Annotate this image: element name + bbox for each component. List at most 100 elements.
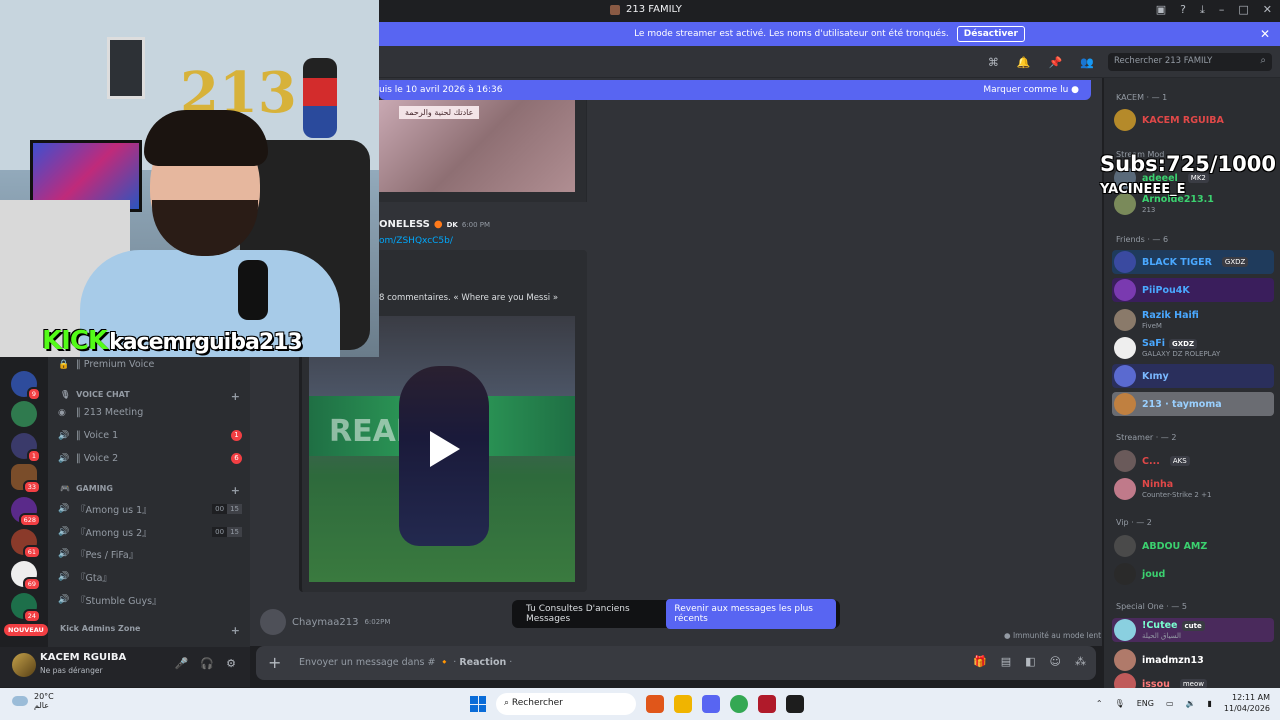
image-caption: عادتك لحنية والرحمة <box>399 106 480 119</box>
avatar[interactable] <box>260 609 286 635</box>
disable-streamer-button[interactable]: Désactiver <box>956 26 1025 42</box>
channel-gta[interactable]: 🔊 『Gta』 <box>58 570 242 584</box>
add-channel-icon[interactable]: + <box>231 624 240 637</box>
member-item[interactable]: PiiPou4K <box>1112 278 1274 302</box>
avatar[interactable] <box>12 653 36 677</box>
play-icon[interactable] <box>426 429 462 469</box>
member-item[interactable]: imadmzn13 <box>1112 648 1274 672</box>
member-item[interactable]: KACEM RGUIBA <box>1112 108 1274 132</box>
taskbar-search[interactable]: ⌕ Rechercher <box>496 693 636 715</box>
app-icon[interactable] <box>786 695 804 713</box>
search-input[interactable]: Rechercher 213 FAMILY ⌕ <box>1108 53 1272 71</box>
fire-icon: ● <box>433 219 443 230</box>
channel-pes-fifa[interactable]: 🔊 『Pes / FiFa』 <box>58 547 242 561</box>
server-icon[interactable] <box>11 401 37 427</box>
gaming-icon: 🎮 <box>60 484 70 493</box>
pin-icon[interactable]: 📌 <box>1049 56 1063 69</box>
beard <box>152 200 258 256</box>
channel-among-us-2[interactable]: 🔊 『Among us 2』 00 15 <box>58 525 242 539</box>
new-messages-bar[interactable]: uis le 10 avril 2026 à 16:36 Marquer com… <box>379 80 1091 100</box>
bell-icon[interactable]: 🔔 <box>1017 56 1031 69</box>
server-icon <box>610 4 620 15</box>
add-attachment-icon[interactable]: + <box>268 653 281 672</box>
server-icon[interactable]: 24 <box>11 593 41 623</box>
minimize-icon[interactable]: – <box>1219 3 1225 17</box>
channel-213-meeting[interactable]: ◉ ‖ 213 Meeting <box>58 407 242 418</box>
message-time: 6:02PM <box>364 618 391 626</box>
chevron-up-icon[interactable]: ⌃ <box>1096 699 1103 708</box>
volume-icon[interactable]: 🔉 <box>1186 699 1196 708</box>
user-status: Ne pas déranger <box>40 666 103 675</box>
channel-voice-2[interactable]: 🔊 ‖ Voice 26 <box>58 453 242 464</box>
composer-input[interactable]: Envoyer un message dans # 🔸 · Reaction · <box>299 657 512 668</box>
member-item[interactable]: Razik Haifi FiveM <box>1112 308 1274 332</box>
member-item[interactable]: Ninha Counter-Strike 2 +1 <box>1112 477 1274 501</box>
member-item[interactable]: Kımy <box>1112 364 1274 388</box>
member-item[interactable]: joud <box>1112 562 1274 586</box>
maximize-icon[interactable]: □ <box>1238 3 1248 17</box>
clock[interactable]: 12:11 AM 11/04/2026 <box>1224 692 1270 714</box>
weather-widget[interactable]: 20°C عالم <box>12 692 54 710</box>
headphones-icon[interactable]: 🎧 <box>200 657 214 670</box>
category-gaming[interactable]: 🎮 GAMING + <box>60 484 240 497</box>
brave-icon[interactable] <box>646 695 664 713</box>
channel-among-us-1[interactable]: 🔊 『Among us 1』 00 15 <box>58 502 242 516</box>
mark-read-button[interactable]: Marquer comme lu ● <box>983 85 1079 95</box>
member-item[interactable]: SaFi GXDZ GALAXY DZ ROLEPLAY <box>1112 336 1274 360</box>
close-icon[interactable]: ✕ <box>1260 27 1270 41</box>
language-indicator[interactable]: ENG <box>1137 699 1154 708</box>
screen-icon[interactable]: ▣ <box>1156 3 1166 17</box>
category-voice-chat[interactable]: 🎙 VOICE CHAT + <box>60 390 240 403</box>
members-icon[interactable]: 👥 <box>1080 56 1094 69</box>
channel-stumble-guys[interactable]: 🔊 『Stumble Guys』 <box>58 593 242 607</box>
server-icon[interactable]: 628 <box>11 497 41 527</box>
network-icon[interactable]: ▭ <box>1166 699 1174 708</box>
mic-icon[interactable]: 🎙 <box>1115 699 1125 708</box>
help-icon[interactable]: ? <box>1180 3 1186 17</box>
channel-premium-voice[interactable]: 🔒 ‖ Premium Voice <box>58 359 242 370</box>
gear-icon[interactable]: ⚙ <box>226 657 236 670</box>
mic-icon[interactable]: 🎤 <box>175 657 189 670</box>
start-icon[interactable] <box>470 696 486 712</box>
message-composer[interactable]: + Envoyer un message dans # 🔸 · Reaction… <box>256 646 1096 680</box>
close-window-icon[interactable]: ✕ <box>1263 3 1272 17</box>
channel-voice-1[interactable]: 🔊 ‖ Voice 11 <box>58 430 242 441</box>
server-icon[interactable]: 9 <box>11 371 41 401</box>
message-header: Chaymaa213 6:02PM <box>260 609 390 635</box>
avatar <box>1114 393 1136 415</box>
message-author[interactable]: ONELESS <box>379 219 430 230</box>
server-icon[interactable]: 69 <box>11 561 41 591</box>
new-badge[interactable]: NOUVEAU <box>4 624 48 636</box>
gift-icon[interactable]: 🎁 <box>973 655 987 668</box>
member-item[interactable]: !Cutee cute السياق الحيلة <box>1112 618 1274 642</box>
server-icon[interactable]: 33 <box>11 464 41 494</box>
acrobat-icon[interactable] <box>758 695 776 713</box>
battery-icon[interactable]: ▮ <box>1207 699 1211 708</box>
member-item[interactable]: ABDOU AMZ <box>1112 534 1274 558</box>
blurred-image[interactable]: عادتك لحنية والرحمة <box>379 100 575 192</box>
threads-icon[interactable]: ⌘ <box>988 56 999 69</box>
server-icon[interactable]: 61 <box>11 529 41 559</box>
gif-icon[interactable]: ▤ <box>1001 655 1011 668</box>
download-icon[interactable]: ⤓ <box>1200 3 1205 17</box>
slowmode-immunity: ● Immunité au mode lent <box>1004 631 1102 640</box>
discord-icon[interactable] <box>702 695 720 713</box>
chrome-icon[interactable] <box>730 695 748 713</box>
member-item[interactable]: BLACK TIGER GXDZ <box>1112 250 1274 274</box>
message-author[interactable]: Chaymaa213 <box>292 617 358 628</box>
message-link[interactable]: om/ZSHQxcC5b/ <box>379 236 453 246</box>
speaker-icon: 🔊 <box>58 430 70 441</box>
apps-icon[interactable]: ⁂ <box>1075 655 1086 668</box>
category-kick-admins[interactable]: Kick Admins Zone + <box>60 624 240 637</box>
member-item[interactable]: C... AKS <box>1112 449 1274 473</box>
add-channel-icon[interactable]: + <box>231 484 240 497</box>
folder-icon[interactable] <box>674 695 692 713</box>
member-item[interactable]: 213 · taymoma <box>1112 392 1274 416</box>
jump-to-present-button[interactable]: Revenir aux messages les plus récents <box>666 599 836 629</box>
user-name[interactable]: KACEM RGUIBA <box>40 652 126 663</box>
emoji-icon[interactable]: ☺ <box>1050 655 1061 668</box>
server-icon[interactable]: 1 <box>11 433 41 463</box>
add-channel-icon[interactable]: + <box>231 390 240 403</box>
speaker-icon: 🔊 <box>58 572 70 582</box>
sticker-icon[interactable]: ◧ <box>1025 655 1035 668</box>
